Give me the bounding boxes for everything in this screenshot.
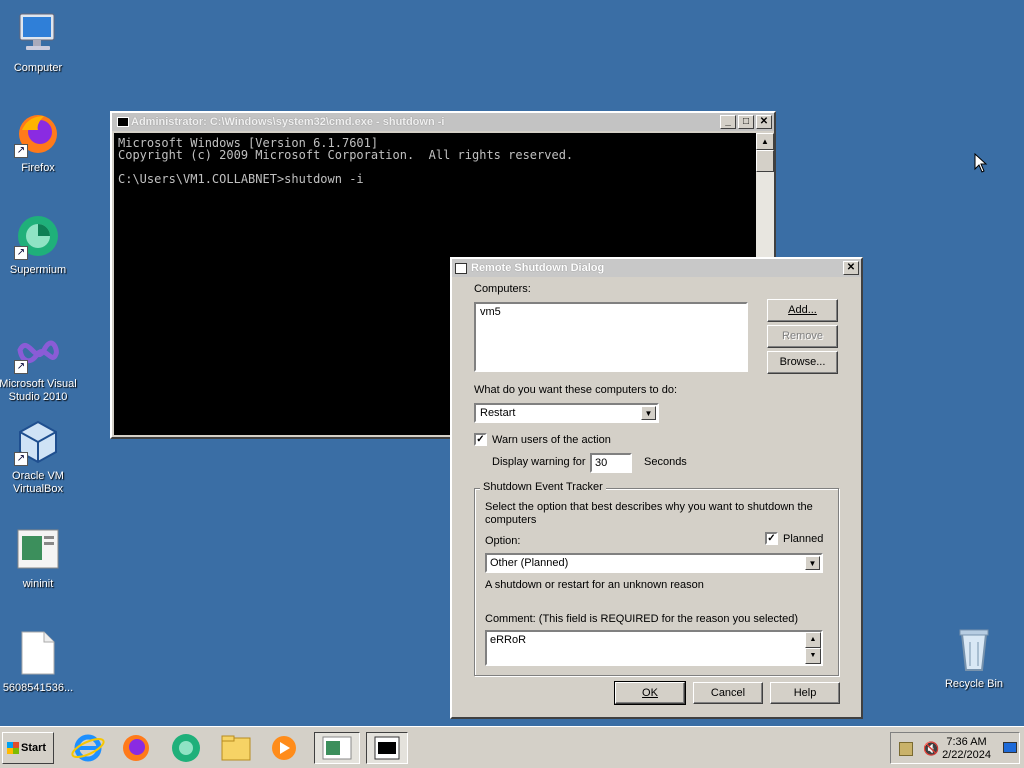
- cmd-title: Administrator: C:\Windows\system32\cmd.e…: [131, 116, 445, 128]
- shortcut-arrow-icon: ↗: [14, 452, 28, 466]
- clock[interactable]: 7:36 AM 2/22/2024: [942, 736, 991, 762]
- file-icon: [14, 630, 62, 678]
- shortcut-arrow-icon: ↗: [14, 144, 28, 158]
- taskbar-app-media-player[interactable]: [264, 732, 304, 764]
- clock-date: 2/22/2024: [942, 749, 991, 761]
- desktop-icon-label: Supermium: [9, 264, 67, 276]
- taskbar-app-cmd[interactable]: [366, 732, 408, 764]
- supermium-icon: [172, 734, 200, 762]
- shortcut-arrow-icon: ↗: [14, 360, 28, 374]
- console-line: Copyright (c) 2009 Microsoft Corporation…: [118, 148, 574, 162]
- console-line: C:\Users\VM1.COLLABNET>shutdown -i: [118, 172, 364, 186]
- start-button[interactable]: Start: [2, 732, 54, 764]
- desktop-icon-visual-studio[interactable]: ↗ Microsoft Visual Studio 2010: [0, 326, 78, 404]
- cmd-titlebar[interactable]: Administrator: C:\Windows\system32\cmd.e…: [112, 113, 774, 131]
- desktop-icon-firefox[interactable]: ↗ Firefox: [0, 110, 78, 175]
- scroll-down-arrow-icon[interactable]: ▼: [805, 648, 821, 664]
- network-icon[interactable]: [899, 742, 913, 756]
- wininit-icon: [14, 526, 62, 574]
- comment-textarea[interactable]: eRRoR ▲ ▼: [485, 630, 823, 666]
- taskbar-app-firefox[interactable]: [116, 732, 156, 764]
- mouse-cursor-icon: [974, 153, 988, 173]
- desktop-icon-label: Computer: [13, 62, 63, 74]
- option-select[interactable]: Other (Planned) ▼: [485, 553, 823, 573]
- firefox-icon: [123, 735, 149, 761]
- action-label: What do you want these computers to do:: [474, 384, 678, 396]
- taskbar: Start 🔇 7:36 AM 2/22/2024: [0, 726, 1024, 768]
- seconds-label: Seconds: [644, 456, 687, 468]
- cancel-button[interactable]: Cancel: [693, 682, 763, 704]
- system-tray: 🔇 7:36 AM 2/22/2024: [890, 732, 1020, 764]
- computer-list-item[interactable]: vm5: [480, 306, 742, 318]
- ok-button[interactable]: OK: [614, 681, 686, 705]
- computers-list[interactable]: vm5: [474, 302, 748, 372]
- computer-icon: [14, 10, 62, 58]
- tracker-title: Shutdown Event Tracker: [480, 481, 606, 493]
- desktop-icon-label: wininit: [22, 578, 54, 590]
- comment-label: Comment: (This field is REQUIRED for the…: [485, 613, 799, 625]
- desktop-icon-virtualbox[interactable]: ↗ Oracle VM VirtualBox: [0, 418, 78, 496]
- chevron-down-icon[interactable]: ▼: [805, 556, 820, 570]
- desktop-icon-label: Firefox: [21, 162, 55, 174]
- computers-label: Computers:: [474, 283, 531, 295]
- file-explorer-icon: [221, 735, 251, 761]
- remove-button[interactable]: Remove: [767, 325, 838, 348]
- desktop-icon-recycle-bin[interactable]: Recycle Bin: [934, 626, 1014, 691]
- minimize-button[interactable]: _: [720, 115, 736, 129]
- dialog-titlebar[interactable]: Remote Shutdown Dialog ✕: [452, 259, 861, 277]
- show-desktop-icon[interactable]: [1003, 742, 1017, 753]
- taskbar-app-wininit[interactable]: [314, 732, 360, 764]
- dialog-app-icon: [455, 262, 467, 274]
- display-warning-input[interactable]: 30: [590, 453, 632, 473]
- scroll-up-arrow-icon[interactable]: ▲: [805, 632, 821, 648]
- desktop-icon-label: Microsoft Visual Studio 2010: [0, 378, 77, 403]
- desktop-icon-file[interactable]: 5608541536...: [0, 630, 78, 695]
- display-warning-label: Display warning for: [492, 456, 586, 468]
- desktop-icon-computer[interactable]: Computer: [0, 10, 78, 75]
- windows-logo-icon: [7, 742, 19, 754]
- browse-button[interactable]: Browse...: [767, 351, 838, 374]
- desktop-icon-wininit[interactable]: wininit: [0, 526, 78, 591]
- recycle-bin-icon: [950, 626, 998, 674]
- cmd-app-icon: [117, 117, 129, 127]
- desktop-icon-label: Recycle Bin: [944, 678, 1004, 690]
- desktop-icon-label: Oracle VM VirtualBox: [12, 470, 64, 495]
- add-button[interactable]: Add...: [767, 299, 838, 322]
- firefox-icon: ↗: [14, 110, 62, 158]
- scroll-up-arrow-icon[interactable]: ▲: [756, 133, 774, 150]
- close-button[interactable]: ✕: [756, 115, 772, 129]
- option-description: A shutdown or restart for an unknown rea…: [485, 579, 704, 591]
- desktop-icon-supermium[interactable]: ↗ Supermium: [0, 212, 78, 277]
- internet-explorer-icon: [71, 734, 105, 762]
- warn-users-checkbox[interactable]: ✓: [474, 433, 487, 446]
- taskbar-app-file-explorer[interactable]: [216, 732, 256, 764]
- action-select[interactable]: Restart ▼: [474, 403, 659, 423]
- maximize-button[interactable]: □: [738, 115, 754, 129]
- start-label: Start: [21, 742, 47, 754]
- comment-scrollbar[interactable]: ▲ ▼: [805, 632, 821, 664]
- media-player-icon: [272, 736, 296, 760]
- tracker-description: Select the option that best describes wh…: [485, 501, 813, 526]
- desktop-icon-label: 5608541536...: [2, 682, 74, 694]
- visual-studio-icon: ↗: [14, 326, 62, 374]
- clock-time: 7:36 AM: [946, 736, 987, 748]
- shortcut-arrow-icon: ↗: [14, 246, 28, 260]
- scroll-thumb[interactable]: [756, 150, 774, 172]
- option-label: Option:: [485, 535, 521, 547]
- volume-muted-icon[interactable]: 🔇: [923, 741, 939, 757]
- taskbar-app-internet-explorer[interactable]: [68, 732, 108, 764]
- warn-users-label[interactable]: Warn users of the action: [492, 434, 611, 446]
- planned-label[interactable]: Planned: [783, 533, 823, 545]
- dialog-close-button[interactable]: ✕: [843, 261, 859, 275]
- cmd-app-icon: [374, 736, 400, 760]
- taskbar-app-supermium[interactable]: [166, 732, 206, 764]
- dialog-title: Remote Shutdown Dialog: [471, 262, 605, 274]
- virtualbox-icon: ↗: [14, 418, 62, 466]
- remote-shutdown-dialog[interactable]: Remote Shutdown Dialog ✕ Computers: vm5 …: [450, 257, 863, 719]
- supermium-icon: ↗: [14, 212, 62, 260]
- help-button[interactable]: Help: [770, 682, 840, 704]
- chevron-down-icon[interactable]: ▼: [641, 406, 656, 420]
- planned-checkbox[interactable]: ✓: [765, 532, 778, 545]
- wininit-icon: [322, 736, 352, 760]
